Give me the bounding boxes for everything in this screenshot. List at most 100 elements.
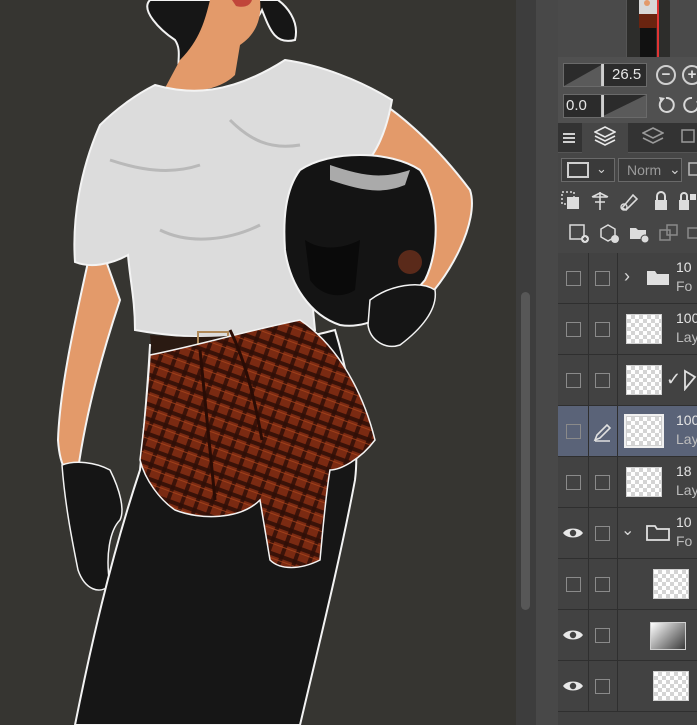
navigator-preview[interactable] xyxy=(558,0,697,57)
edit-target-toggle[interactable] xyxy=(595,475,610,490)
panel-divider xyxy=(536,0,558,725)
chevron-down-icon[interactable]: ⌄ xyxy=(621,520,634,540)
layer-property-tab-icon xyxy=(641,126,665,151)
column-divider xyxy=(588,355,589,406)
edit-target-toggle[interactable] xyxy=(595,322,610,337)
new-raster-layer-icon[interactable] xyxy=(568,222,590,244)
layer-name: Lay xyxy=(676,482,697,498)
lock-icon[interactable] xyxy=(650,190,672,212)
rotation-value: 0.0 xyxy=(566,97,587,114)
layer-row[interactable] xyxy=(558,610,697,661)
layer-color-swatch xyxy=(567,162,589,178)
layer-row[interactable]: 100 Lay xyxy=(558,304,697,355)
edit-target-toggle[interactable] xyxy=(595,628,610,643)
new-vector-layer-icon[interactable] xyxy=(598,222,620,244)
layer-color-dropdown[interactable]: ⌄ xyxy=(561,158,615,182)
visibility-toggle[interactable] xyxy=(566,322,581,337)
visibility-toggle[interactable] xyxy=(566,577,581,592)
blend-mode-dropdown[interactable]: Norm ⌄ xyxy=(618,158,682,182)
column-divider xyxy=(617,661,618,712)
column-divider xyxy=(617,559,618,610)
edit-target-toggle[interactable] xyxy=(595,526,610,541)
layer-row[interactable]: › 10 Fo xyxy=(558,253,697,304)
layer-opacity: 100 xyxy=(676,412,697,428)
canvas-vertical-scrollbar[interactable] xyxy=(516,0,536,725)
zoom-in-button[interactable]: + xyxy=(682,65,697,85)
navigator-controls: 26.5 − + 0.0 xyxy=(558,57,697,123)
eye-icon[interactable] xyxy=(562,523,584,543)
rotate-right-icon[interactable] xyxy=(682,95,697,115)
column-divider xyxy=(617,253,618,304)
chevron-down-icon: ⌄ xyxy=(669,161,681,177)
drawing-canvas[interactable] xyxy=(0,0,516,725)
column-divider xyxy=(588,508,589,559)
layer-row[interactable] xyxy=(558,559,697,610)
merge-layer-icon[interactable] xyxy=(686,222,697,244)
navigator-thumbnail[interactable] xyxy=(626,0,670,57)
chevron-right-icon[interactable]: › xyxy=(624,266,630,287)
folder-open-icon xyxy=(646,525,670,541)
visibility-toggle[interactable] xyxy=(566,373,581,388)
tab-layer-property[interactable] xyxy=(630,123,676,153)
clip-layer-icon[interactable] xyxy=(560,190,582,212)
edit-target-toggle[interactable] xyxy=(595,577,610,592)
pen-edit-icon[interactable] xyxy=(592,421,614,443)
layer-thumbnail xyxy=(653,569,689,599)
visibility-toggle[interactable] xyxy=(566,475,581,490)
column-divider xyxy=(588,253,589,304)
edit-target-toggle[interactable] xyxy=(595,679,610,694)
tab-layers[interactable] xyxy=(582,123,628,153)
column-divider xyxy=(588,559,589,610)
visibility-toggle[interactable] xyxy=(566,424,581,439)
folder-icon xyxy=(647,271,669,285)
layer-row[interactable]: ✓ xyxy=(558,355,697,406)
layer-thumbnail xyxy=(653,671,689,701)
gradient-layer-thumbnail xyxy=(650,622,686,650)
layer-row-selected[interactable]: 100 Lay xyxy=(558,406,697,457)
column-divider xyxy=(617,508,618,559)
transfer-layer-icon[interactable] xyxy=(658,222,680,244)
right-panel: 26.5 − + 0.0 ⌄ Norm ⌄ › 10 Fo 100 Lay ✓ … xyxy=(558,0,697,725)
draft-layer-icon[interactable] xyxy=(618,190,640,212)
eye-icon[interactable] xyxy=(562,676,584,696)
tab-more[interactable] xyxy=(678,123,697,153)
column-divider xyxy=(617,355,618,406)
chevron-down-icon: ⌄ xyxy=(596,161,607,176)
artwork-illustration xyxy=(56,0,473,725)
more-tab-icon xyxy=(680,128,695,149)
ruler-icon xyxy=(684,369,697,391)
column-divider xyxy=(617,457,618,508)
view-frame-indicator xyxy=(657,0,659,57)
layer-toolbar: ⌄ Norm ⌄ xyxy=(558,153,697,253)
edit-target-toggle[interactable] xyxy=(595,373,610,388)
layer-row[interactable] xyxy=(558,661,697,712)
rotation-field[interactable]: 0.0 xyxy=(563,94,647,118)
new-folder-icon[interactable] xyxy=(628,222,650,244)
edit-target-toggle[interactable] xyxy=(595,271,610,286)
visibility-toggle[interactable] xyxy=(566,271,581,286)
reference-layer-icon[interactable] xyxy=(589,190,611,212)
column-divider xyxy=(588,304,589,355)
panel-tab-bar xyxy=(558,123,697,153)
zoom-out-button[interactable]: − xyxy=(656,65,676,85)
rotate-reset-icon[interactable] xyxy=(656,95,676,115)
zoom-field[interactable]: 26.5 xyxy=(563,63,647,87)
layer-name: Fo xyxy=(676,533,693,549)
scrollbar-thumb[interactable] xyxy=(521,292,530,610)
layer-row[interactable]: 18 Lay xyxy=(558,457,697,508)
layer-thumbnail xyxy=(624,414,664,448)
lock-transparent-icon[interactable] xyxy=(676,190,697,212)
eye-icon[interactable] xyxy=(562,625,584,645)
layer-row[interactable]: ⌄ 10 Fo xyxy=(558,508,697,559)
layer-thumbnail xyxy=(626,365,662,395)
column-divider xyxy=(588,406,589,457)
layer-name: Fo xyxy=(676,278,693,294)
opacity-box-icon[interactable] xyxy=(686,159,697,181)
column-divider xyxy=(588,661,589,712)
layer-opacity: 10 xyxy=(676,514,692,530)
clip-studio-window: 26.5 − + 0.0 ⌄ Norm ⌄ › 10 Fo 100 Lay ✓ … xyxy=(0,0,697,725)
layers-tab-icon xyxy=(593,125,617,151)
panel-menu-icon[interactable] xyxy=(558,123,580,153)
layer-name: Lay xyxy=(676,329,697,345)
layer-thumbnail xyxy=(626,467,662,497)
